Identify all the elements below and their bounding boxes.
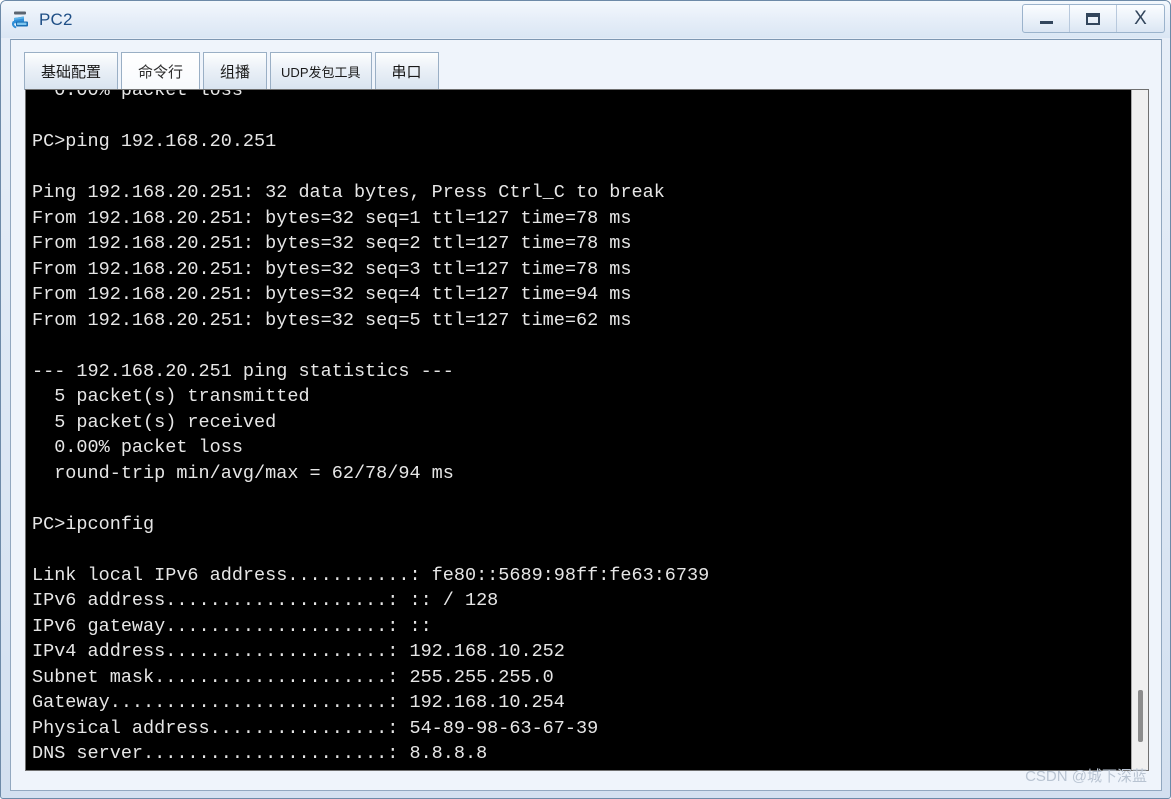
- terminal-output[interactable]: 0.00% packet loss PC>ping 192.168.20.251…: [26, 90, 1131, 770]
- close-icon: X: [1134, 8, 1147, 29]
- pc2-window: PC2 X 基础配置 命令行 组播 UDP发包工具 串口 0.00% packet lo…: [0, 0, 1171, 799]
- scrollbar-thumb[interactable]: [1138, 690, 1143, 742]
- terminal-line: PC>ipconfig: [32, 513, 155, 535]
- terminal-line: round-trip min/avg/max = 62/78/94 ms: [32, 462, 454, 484]
- terminal-line: Ping 192.168.20.251: 32 data bytes, Pres…: [32, 182, 665, 203]
- command-line-panel: 0.00% packet loss PC>ping 192.168.20.251…: [25, 89, 1149, 771]
- tab-0[interactable]: 基础配置: [24, 52, 119, 90]
- terminal-line: IPv4 address....................: 192.16…: [32, 641, 565, 662]
- window-title: PC2: [39, 10, 73, 29]
- maximize-button[interactable]: [1070, 5, 1117, 32]
- close-button[interactable]: X: [1117, 5, 1164, 32]
- terminal-line: 5 packet(s) received: [32, 411, 277, 433]
- terminal-line: From 192.168.20.251: bytes=32 seq=5 ttl=…: [32, 309, 632, 331]
- terminal-line: 0.00% packet loss: [32, 437, 243, 458]
- minimize-icon: [1039, 21, 1053, 24]
- terminal-line: Physical address................: 54-89-…: [32, 717, 599, 739]
- terminal-line: IPv6 gateway....................: ::: [32, 615, 432, 637]
- tab-4[interactable]: 串口: [374, 52, 439, 90]
- terminal-line: PC>ping 192.168.20.251: [32, 131, 277, 152]
- window-controls: X: [1022, 4, 1165, 33]
- terminal-line: Link local IPv6 address...........: fe80…: [32, 564, 710, 586]
- terminal-line: 0.00% packet loss: [32, 90, 243, 101]
- terminal-scrollbar[interactable]: [1131, 90, 1148, 770]
- terminal-line: From 192.168.20.251: bytes=32 seq=1 ttl=…: [32, 207, 632, 229]
- tab-bar: 基础配置 命令行 组播 UDP发包工具 串口: [24, 52, 442, 90]
- window-client-area: 基础配置 命令行 组播 UDP发包工具 串口 0.00% packet loss PC>…: [10, 39, 1162, 791]
- terminal-line: Subnet mask.....................: 255.25…: [32, 666, 554, 688]
- window-titlebar[interactable]: PC2 X: [1, 1, 1170, 38]
- maximize-icon: [1086, 12, 1100, 25]
- pc-device-icon: [11, 9, 33, 31]
- terminal-line: DNS server......................: 8.8.8.…: [32, 743, 488, 764]
- watermark-text: CSDN @城下深蓝: [1025, 768, 1147, 785]
- terminal-line: From 192.168.20.251: bytes=32 seq=3 ttl=…: [32, 258, 632, 280]
- terminal-line: From 192.168.20.251: bytes=32 seq=4 ttl=…: [32, 284, 632, 305]
- tab-1[interactable]: 命令行: [121, 52, 201, 90]
- titlebar-left-group: PC2: [11, 6, 73, 34]
- tab-3[interactable]: UDP发包工具: [270, 52, 372, 90]
- terminal-line: From 192.168.20.251: bytes=32 seq=2 ttl=…: [32, 233, 632, 254]
- tab-2[interactable]: 组播: [203, 52, 268, 90]
- terminal-line: --- 192.168.20.251 ping statistics ---: [32, 360, 454, 382]
- minimize-button[interactable]: [1023, 5, 1070, 32]
- terminal-line: IPv6 address....................: :: / 1…: [32, 590, 499, 611]
- terminal-line: Gateway.........................: 192.16…: [32, 692, 565, 713]
- terminal-line: 5 packet(s) transmitted: [32, 386, 310, 407]
- terminal-text: 0.00% packet loss PC>ping 192.168.20.251…: [32, 90, 709, 767]
